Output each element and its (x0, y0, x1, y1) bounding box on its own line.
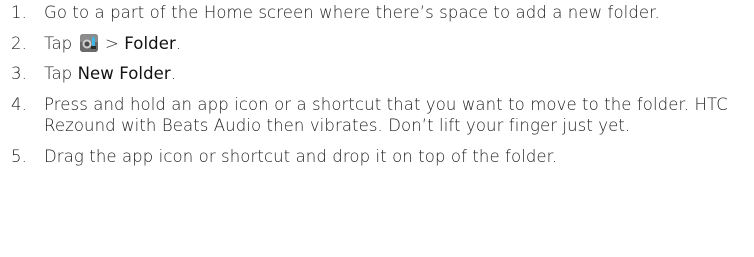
step-number: 3. (11, 64, 27, 83)
step-3: 3. Tap New Folder. (0, 63, 754, 85)
step-4: 4. Press and hold an app icon or a short… (0, 94, 754, 137)
step-text: Press and hold an app icon or a shortcut… (44, 94, 728, 136)
step-text-prefix: Tap (44, 64, 73, 83)
folder-term: Folder (124, 33, 176, 53)
step-number: 2. (11, 33, 27, 53)
step-text-prefix: Tap (44, 33, 73, 53)
separator-arrow: > (104, 33, 119, 53)
step-number: 1. (11, 3, 27, 22)
step-text: Drag the app icon or shortcut and drop i… (44, 146, 558, 166)
instruction-list: 1. Go to a part of the Home screen where… (0, 2, 754, 176)
step-text-suffix: . (170, 64, 177, 83)
step-1: 1. Go to a part of the Home screen where… (0, 2, 754, 24)
step-text: Go to a part of the Home screen where th… (44, 3, 660, 22)
step-2: 2. Tap > Folder. (0, 33, 754, 55)
step-5: 5. Drag the app icon or shortcut and dro… (0, 146, 754, 168)
step-text-suffix: . (175, 33, 182, 53)
step-number: 4. (11, 94, 27, 114)
new-folder-term: New Folder (77, 64, 171, 83)
step-number: 5. (11, 146, 27, 166)
personalize-icon (79, 33, 98, 52)
